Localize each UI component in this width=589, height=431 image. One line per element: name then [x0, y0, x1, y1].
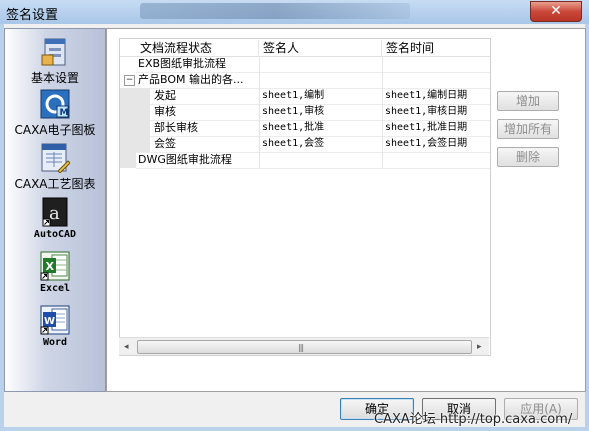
sidebar-item-caxa-process[interactable]: CAXA工艺图表 — [5, 143, 105, 192]
row-status: 会签 — [154, 137, 176, 150]
row-status: 部长审核 — [154, 121, 198, 134]
sidebar-item-caxa-draft[interactable]: M CAXA电子图板 — [5, 89, 105, 138]
row-status: EXB图纸审批流程 — [138, 57, 227, 70]
scrollbar-thumb[interactable]: ||| — [137, 340, 472, 354]
caxa-process-icon — [40, 143, 71, 174]
sidebar-item-label: AutoCAD — [33, 229, 77, 240]
row-status: DWG图纸审批流程 — [138, 153, 232, 166]
table-row[interactable]: 部长审核 sheet1,批准 sheet1,批准日期 — [120, 120, 490, 136]
horizontal-scrollbar[interactable]: ◂ ||| ▸ — [119, 337, 489, 355]
table-row[interactable]: 发起 sheet1,编制 sheet1,编制日期 — [120, 88, 490, 104]
row-status: 产品BOM 输出的各... — [138, 73, 244, 86]
row-time: sheet1,编制日期 — [385, 90, 468, 101]
row-status: 审核 — [154, 105, 176, 118]
column-header-signer[interactable]: 签名人 — [259, 40, 382, 56]
svg-text:a: a — [49, 203, 60, 224]
row-time: sheet1,审核日期 — [385, 106, 468, 117]
table-row[interactable]: − 产品BOM 输出的各... — [120, 72, 490, 88]
row-status: 发起 — [154, 89, 176, 102]
sidebar-item-label: Word — [42, 337, 68, 348]
sidebar-item-label: CAXA电子图板 — [14, 123, 96, 137]
scroll-right-arrow-icon[interactable]: ▸ — [477, 342, 482, 352]
delete-button[interactable]: 删除 — [497, 147, 559, 167]
caxa-draft-icon: M — [40, 89, 70, 119]
excel-icon: X — [40, 251, 70, 281]
svg-text:M: M — [60, 108, 69, 118]
grip-icon: ||| — [298, 343, 304, 352]
sidebar-item-autocad[interactable]: a AutoCAD — [5, 197, 105, 240]
row-signer: sheet1,会签 — [262, 138, 325, 149]
table-row[interactable]: DWG图纸审批流程 — [120, 152, 490, 168]
collapse-icon[interactable]: − — [124, 75, 135, 86]
sidebar-item-label: 基本设置 — [30, 71, 79, 85]
svg-text:X: X — [46, 260, 55, 273]
column-header-status[interactable]: 文档流程状态 — [136, 40, 259, 56]
autocad-icon: a — [40, 197, 70, 227]
sidebar-item-basic-settings[interactable]: 基本设置 — [5, 37, 105, 86]
scroll-left-arrow-icon[interactable]: ◂ — [124, 342, 129, 352]
sidebar-item-label: Excel — [39, 283, 71, 294]
sidebar-item-excel[interactable]: X Excel — [5, 251, 105, 294]
add-button[interactable]: 增加 — [497, 91, 559, 111]
sidebar-item-word[interactable]: W Word — [5, 305, 105, 348]
signature-tree-table[interactable]: 文档流程状态 签名人 签名时间 EXB图纸审批流程 − 产品BOM 输出的各..… — [119, 38, 491, 356]
blurred-titlebar-region — [140, 3, 410, 19]
title-bar: 签名设置 ✕ — [0, 0, 589, 24]
sidebar-item-label: CAXA工艺图表 — [14, 177, 96, 191]
watermark: CAXA论坛 http://top.caxa.com/ — [374, 412, 573, 427]
add-all-button[interactable]: 增加所有 — [497, 119, 559, 139]
row-signer: sheet1,批准 — [262, 122, 325, 133]
settings-window-icon — [40, 37, 70, 67]
row-time: sheet1,会签日期 — [385, 138, 468, 149]
sidebar: 基本设置 M CAXA电子图板 CAXA工艺图表 a AutoCAD X Exc… — [4, 28, 106, 392]
table-row[interactable]: 审核 sheet1,审核 sheet1,审核日期 — [120, 104, 490, 120]
table-row[interactable]: 会签 sheet1,会签 sheet1,会签日期 — [120, 136, 490, 152]
table-row[interactable]: EXB图纸审批流程 — [120, 56, 490, 72]
table-header: 文档流程状态 签名人 签名时间 — [120, 39, 490, 57]
window-title: 签名设置 — [6, 8, 59, 23]
word-icon: W — [40, 305, 70, 335]
row-time: sheet1,批准日期 — [385, 122, 468, 133]
close-button[interactable]: ✕ — [530, 1, 582, 22]
row-signer: sheet1,编制 — [262, 90, 325, 101]
column-header-time[interactable]: 签名时间 — [382, 40, 490, 56]
svg-text:W: W — [44, 316, 55, 327]
row-signer: sheet1,审核 — [262, 106, 325, 117]
